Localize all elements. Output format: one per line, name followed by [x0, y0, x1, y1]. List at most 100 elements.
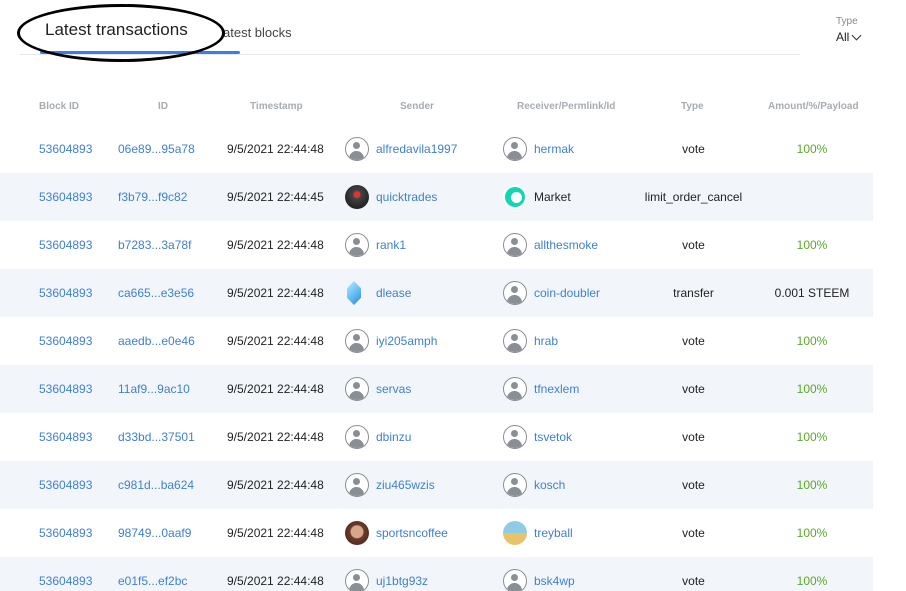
transaction-id-link[interactable]: aaedb...e0e46 [118, 317, 195, 365]
explorer-page: atest blocks Latest transactions Type Al… [0, 0, 906, 591]
sender-link[interactable]: servas [376, 365, 411, 413]
sender-link[interactable]: quicktrades [376, 173, 437, 221]
transaction-id-link[interactable]: 06e89...95a78 [118, 125, 195, 173]
column-header-sender: Sender [400, 101, 434, 112]
default-avatar-icon [503, 425, 527, 449]
default-avatar-icon [503, 473, 527, 497]
transaction-id-link[interactable]: b7283...3a78f [118, 221, 191, 269]
block-id-link[interactable]: 53604893 [39, 221, 92, 269]
column-header-block-id: Block ID [39, 101, 80, 112]
timestamp: 9/5/2021 22:44:48 [227, 286, 324, 300]
block-id-link[interactable]: 53604893 [39, 173, 92, 221]
operation-type: vote [682, 574, 705, 588]
sender-link[interactable]: sportsncoffee [376, 509, 448, 557]
photo-avatar-icon [345, 185, 369, 209]
receiver-link[interactable]: allthesmoke [534, 221, 598, 269]
sender-link[interactable]: alfredavila1997 [376, 125, 457, 173]
sender-link[interactable]: dlease [376, 269, 411, 317]
type-filter-label: Type [836, 16, 858, 27]
amount-value: 100% [796, 334, 828, 348]
default-avatar-icon [345, 137, 369, 161]
amount-value: 100% [796, 574, 828, 588]
table-header: Block ID ID Timestamp Sender Receiver/Pe… [0, 95, 906, 125]
transaction-id-link[interactable]: f3b79...f9c82 [118, 173, 187, 221]
timestamp: 9/5/2021 22:44:48 [227, 478, 324, 492]
receiver-link[interactable]: tsvetok [534, 413, 572, 461]
operation-type: vote [682, 382, 705, 396]
amount-value: 100% [796, 526, 828, 540]
amount-value: 0.001 STEEM [774, 286, 850, 300]
default-avatar-icon [345, 425, 369, 449]
operation-type: vote [682, 334, 705, 348]
default-avatar-icon [503, 233, 527, 257]
block-id-link[interactable]: 53604893 [39, 461, 92, 509]
type-filter-value: All [836, 30, 850, 44]
table-row: 53604893 f3b79...f9c82 9/5/2021 22:44:45 qu… [0, 173, 873, 221]
timestamp: 9/5/2021 22:44:48 [227, 430, 324, 444]
photo-avatar-icon [503, 521, 527, 545]
transactions-table: Block ID ID Timestamp Sender Receiver/Pe… [0, 95, 906, 591]
block-id-link[interactable]: 53604893 [39, 125, 92, 173]
table-row: 53604893 e01f5...ef2bc 9/5/2021 22:44:48 uj… [0, 557, 873, 591]
chevron-down-icon [851, 30, 862, 40]
receiver-link[interactable]: bsk4wp [534, 557, 575, 591]
operation-type: vote [682, 238, 705, 252]
photo-avatar-icon [345, 521, 369, 545]
receiver-link[interactable]: kosch [534, 461, 565, 509]
receiver-link[interactable]: treyball [534, 509, 573, 557]
receiver-label: Market [534, 190, 571, 204]
default-avatar-icon [345, 569, 369, 591]
transaction-id-link[interactable]: ca665...e3e56 [118, 269, 194, 317]
default-avatar-icon [503, 137, 527, 161]
transaction-id-link[interactable]: d33bd...37501 [118, 413, 195, 461]
column-header-id: ID [158, 101, 168, 112]
transaction-id-link[interactable]: c981d...ba624 [118, 461, 194, 509]
block-id-link[interactable]: 53604893 [39, 557, 92, 591]
receiver-link[interactable]: hermak [534, 125, 574, 173]
receiver-link[interactable]: coin-doubler [534, 269, 600, 317]
timestamp: 9/5/2021 22:44:48 [227, 382, 324, 396]
transaction-id-link[interactable]: 11af9...9ac10 [118, 365, 190, 413]
transaction-id-link[interactable]: 98749...0aaf9 [118, 509, 191, 557]
table-row: 53604893 11af9...9ac10 9/5/2021 22:44:48 se… [0, 365, 873, 413]
block-id-link[interactable]: 53604893 [39, 269, 92, 317]
receiver-link[interactable]: tfnexlem [534, 365, 579, 413]
amount-value: 100% [796, 478, 828, 492]
tab-latest-blocks[interactable]: atest blocks [220, 25, 292, 40]
block-id-link[interactable]: 53604893 [39, 317, 92, 365]
block-id-link[interactable]: 53604893 [39, 413, 92, 461]
sender-link[interactable]: ziu465wzis [376, 461, 435, 509]
sender-link[interactable]: uj1btg93z [376, 557, 428, 591]
operation-type: vote [682, 526, 705, 540]
amount-value [757, 173, 867, 221]
table-row: 53604893 98749...0aaf9 9/5/2021 22:44:48 sp… [0, 509, 873, 557]
receiver-link[interactable]: hrab [534, 317, 558, 365]
timestamp: 9/5/2021 22:44:48 [227, 334, 324, 348]
default-avatar-icon [503, 569, 527, 591]
sender-link[interactable]: rank1 [376, 221, 406, 269]
column-header-timestamp: Timestamp [250, 101, 303, 112]
operation-type: limit_order_cancel [644, 190, 743, 204]
sender-link[interactable]: iyi205amph [376, 317, 437, 365]
column-header-type: Type [681, 101, 704, 112]
default-avatar-icon [345, 233, 369, 257]
timestamp: 9/5/2021 22:44:48 [227, 142, 324, 156]
timestamp: 9/5/2021 22:44:48 [227, 526, 324, 540]
transaction-id-link[interactable]: e01f5...ef2bc [118, 557, 187, 591]
type-filter-select[interactable]: All [836, 30, 862, 44]
default-avatar-icon [345, 377, 369, 401]
tab-latest-transactions[interactable]: Latest transactions [45, 20, 188, 40]
block-id-link[interactable]: 53604893 [39, 365, 92, 413]
default-avatar-icon [503, 329, 527, 353]
default-avatar-icon [503, 281, 527, 305]
operation-type: vote [682, 430, 705, 444]
tab-bar: atest blocks Latest transactions [20, 0, 800, 55]
operation-type: vote [682, 142, 705, 156]
default-avatar-icon [345, 329, 369, 353]
default-avatar-icon [345, 473, 369, 497]
block-id-link[interactable]: 53604893 [39, 509, 92, 557]
table-row: 53604893 c981d...ba624 9/5/2021 22:44:48 zi… [0, 461, 873, 509]
sender-link[interactable]: dbinzu [376, 413, 411, 461]
default-avatar-icon [503, 377, 527, 401]
market-icon [503, 185, 527, 209]
